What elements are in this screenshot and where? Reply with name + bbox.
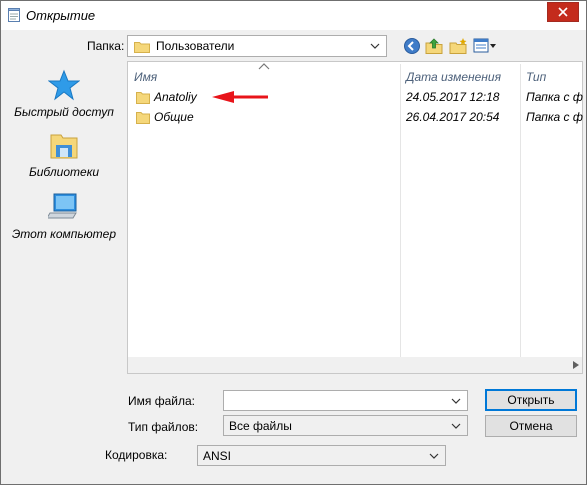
file-type: Папка с ф [526,110,583,124]
file-type: Папка с ф [526,90,583,104]
place-this-pc[interactable]: Этот компьютер [7,191,121,241]
place-libraries[interactable]: Библиотеки [7,131,121,179]
folder-label: Папка: [87,39,125,53]
back-icon[interactable] [403,37,421,55]
place-quick-access[interactable]: Быстрый доступ [7,69,121,119]
file-row-obshchie[interactable]: Общие 26.04.2017 20:54 Папка с ф [134,108,583,126]
cancel-button[interactable]: Отмена [485,415,577,437]
notepad-icon [8,8,20,22]
filetype-dropdown[interactable]: Все файлы [223,415,468,436]
folder-icon [136,92,150,104]
chevron-down-icon [370,43,380,49]
column-header-name[interactable]: Имя [134,70,157,84]
filetype-label: Тип файлов: [128,420,199,434]
open-button[interactable]: Открыть [485,389,577,411]
libraries-icon [50,134,78,159]
file-list[interactable]: Имя Дата изменения Тип Anatoliy 24.05.20… [127,61,583,374]
encoding-dropdown[interactable]: ANSI [197,445,446,466]
red-arrow-annotation-icon [212,91,268,103]
column-header-date[interactable]: Дата изменения [406,70,501,84]
dialog-title: Открытие [26,8,96,23]
encoding-value: ANSI [203,449,232,463]
title-bar: Открытие [1,1,586,30]
places-bar: Быстрый доступ Библиотеки Этот компьютер [7,63,121,374]
folder-dropdown-value: Пользователи [156,39,235,53]
place-label: Этот компьютер [11,227,117,241]
file-date: 24.05.2017 12:18 [406,90,500,104]
chevron-down-icon [451,398,461,404]
open-file-dialog: Открытие Папка: Пользователи Быстрый дос… [0,0,587,485]
file-date: 26.04.2017 20:54 [406,110,500,124]
folder-dropdown[interactable]: Пользователи [127,35,387,57]
computer-icon [48,193,77,219]
filename-label: Имя файла: [128,394,195,408]
file-row-anatoliy[interactable]: Anatoliy 24.05.2017 12:18 Папка с ф [134,88,583,106]
close-button[interactable] [547,2,579,22]
scroll-right-icon[interactable] [573,361,579,369]
place-label: Быстрый доступ [14,105,114,119]
close-icon [558,7,568,17]
filename-input[interactable] [223,390,468,411]
folder-icon [136,112,150,124]
place-label: Библиотеки [28,165,100,179]
new-folder-icon[interactable] [449,37,467,55]
sort-ascending-icon [258,63,270,70]
encoding-label: Кодировка: [105,448,168,462]
chevron-down-icon [451,423,461,429]
horizontal-scrollbar[interactable] [128,357,582,373]
file-name: Anatoliy [154,90,197,104]
up-folder-icon[interactable] [425,37,443,55]
column-header-type[interactable]: Тип [526,70,546,84]
file-name: Общие [154,110,194,124]
filetype-value: Все файлы [229,419,292,433]
chevron-down-icon [429,453,439,459]
quick-access-star-icon [48,69,80,101]
folder-icon [134,42,150,53]
view-menu-icon[interactable] [473,37,497,55]
